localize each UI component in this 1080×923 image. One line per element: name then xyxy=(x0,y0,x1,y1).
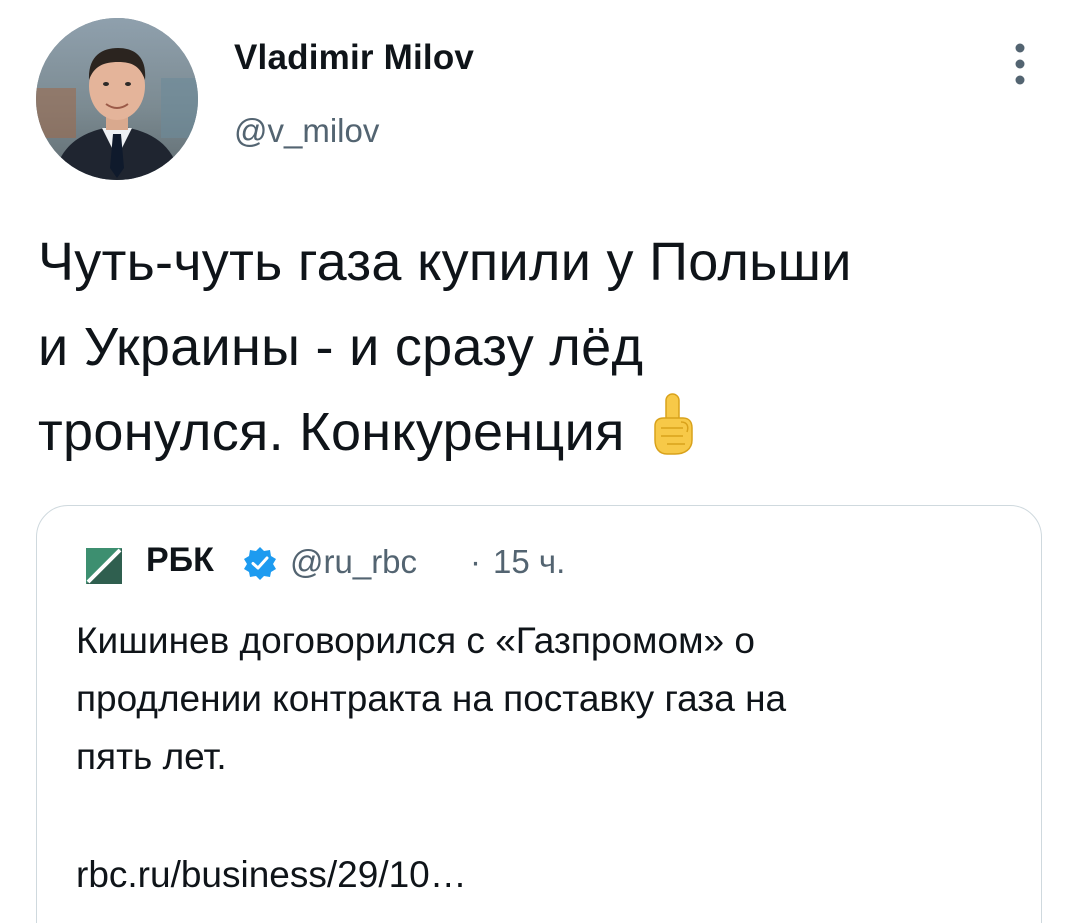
quoted-author-name: РБК xyxy=(146,541,214,579)
quoted-timestamp[interactable]: 15 ч. xyxy=(493,543,565,581)
quoted-link[interactable]: rbc.ru/business/29/10… xyxy=(76,854,467,896)
author-avatar[interactable] xyxy=(36,18,198,180)
quoted-tweet-text: Кишинев договорился с «Газпромом» о прод… xyxy=(76,612,1016,786)
tweet-page: Vladimir Milov @v_milov Чуть-чуть газа к… xyxy=(0,0,1080,923)
rbc-logo-icon xyxy=(86,548,122,584)
tweet-text-line: Чуть-чуть газа купили у Польши xyxy=(38,232,852,292)
quoted-author-handle: @ru_rbc xyxy=(290,543,418,580)
separator-dot: · xyxy=(470,543,481,580)
pointing-up-emoji xyxy=(647,392,697,456)
verified-badge-icon xyxy=(243,546,277,580)
tweet-text-line: тронулся. Конкуренция xyxy=(38,390,1048,475)
quoted-text-line: продлении контракта на поставку газа на xyxy=(76,678,787,719)
quoted-text-line: пять лет. xyxy=(76,736,227,777)
more-vertical-icon[interactable] xyxy=(1002,40,1038,88)
tweet-text-line-last: тронулся. Конкуренция xyxy=(38,402,625,462)
author-handle[interactable]: @v_milov xyxy=(234,112,379,150)
tweet-text: Чуть-чуть газа купили у Польши и Украины… xyxy=(38,220,1048,475)
tweet-text-line: и Украины - и сразу лёд xyxy=(38,317,644,377)
quoted-text-line: Кишинев договорился с «Газпромом» о xyxy=(76,620,755,661)
author-name[interactable]: Vladimir Milov xyxy=(234,38,474,78)
avatar-photo xyxy=(36,18,198,180)
